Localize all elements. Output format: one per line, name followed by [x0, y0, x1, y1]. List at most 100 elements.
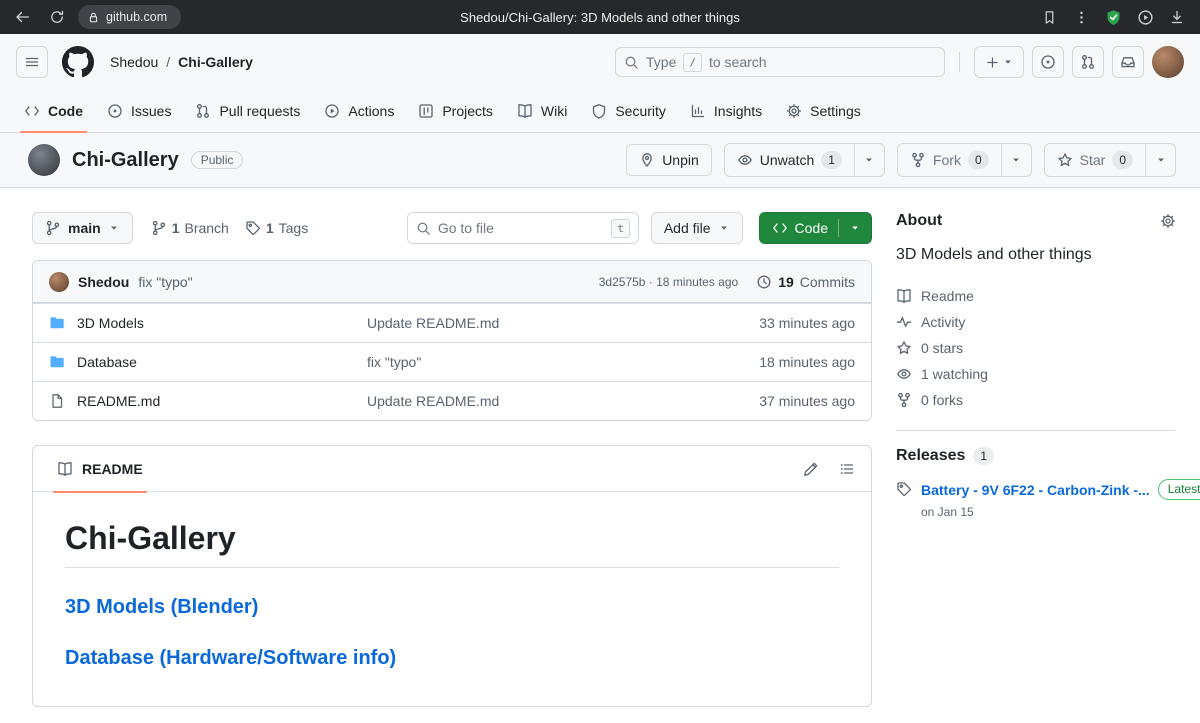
tab-actions[interactable]: Actions [314, 90, 404, 132]
releases-title[interactable]: Releases [896, 447, 965, 465]
tab-code[interactable]: Code [14, 90, 93, 132]
downloads-button[interactable] [1164, 4, 1190, 30]
release-date: on Jan 15 [921, 505, 1200, 519]
file-row[interactable]: README.md Update README.md 37 minutes ag… [33, 381, 871, 420]
chevron-down-icon [1155, 154, 1167, 166]
repo-avatar[interactable] [28, 144, 60, 176]
readme-content: Chi-Gallery 3D Models (Blender) Database… [33, 492, 871, 706]
unpin-button[interactable]: Unpin [626, 144, 712, 176]
code-icon [772, 220, 788, 236]
branch-count: 1 [172, 220, 180, 236]
watch-dropdown-button[interactable] [854, 144, 884, 176]
fork-button[interactable]: Fork 0 [898, 144, 1001, 176]
file-row[interactable]: 3D Models Update README.md 33 minutes ag… [33, 303, 871, 342]
commit-sha-time[interactable]: 3d2575b · 18 minutes ago [599, 275, 738, 289]
star-dropdown-button[interactable] [1145, 144, 1175, 176]
readme-tab[interactable]: README [49, 446, 151, 492]
breadcrumb-repo[interactable]: Chi-Gallery [178, 54, 253, 70]
commit-author-avatar[interactable] [49, 272, 69, 292]
shield-extension-button[interactable] [1100, 4, 1126, 30]
graph-icon [690, 103, 706, 119]
file-commit-message[interactable]: fix "typo" [367, 354, 705, 370]
bookmark-button[interactable] [1036, 4, 1062, 30]
file-browser-card: Shedou fix "typo" 3d2575b · 18 minutes a… [32, 260, 872, 421]
file-name[interactable]: 3D Models [77, 315, 144, 331]
star-icon [896, 340, 912, 356]
back-arrow-icon [15, 9, 31, 25]
commit-author[interactable]: Shedou [78, 274, 129, 290]
sidebar-activity-link[interactable]: Activity [896, 310, 1176, 334]
release-link[interactable]: Battery - 9V 6F22 - Carbon-Zink -... [921, 482, 1150, 498]
tags-link[interactable]: 1 Tags [237, 220, 316, 236]
tab-settings[interactable]: Settings [776, 90, 871, 132]
sidebar-forks-link[interactable]: 0 forks [896, 388, 1176, 412]
eye-icon [737, 152, 753, 168]
green-shield-icon [1105, 9, 1122, 26]
gear-icon [786, 103, 802, 119]
sidebar-watching-link[interactable]: 1 watching [896, 362, 1176, 386]
branch-selector-button[interactable]: main [32, 212, 133, 244]
media-control-button[interactable] [1132, 4, 1158, 30]
breadcrumb-owner[interactable]: Shedou [110, 54, 158, 70]
inbox-button[interactable] [1112, 46, 1144, 78]
branches-link[interactable]: 1 Branch [143, 220, 237, 236]
latest-commit-bar: Shedou fix "typo" 3d2575b · 18 minutes a… [33, 261, 871, 303]
unwatch-button[interactable]: Unwatch 1 [725, 144, 854, 176]
file-row[interactable]: Database fix "typo" 18 minutes ago [33, 342, 871, 381]
release-entry: Battery - 9V 6F22 - Carbon-Zink -... Lat… [896, 479, 1176, 519]
user-avatar[interactable] [1152, 46, 1184, 78]
code-dropdown-button[interactable]: Code [759, 212, 872, 244]
outline-list-icon[interactable] [839, 461, 855, 477]
file-name[interactable]: Database [77, 354, 137, 370]
add-file-label: Add file [664, 220, 711, 236]
sidebar-stars-link[interactable]: 0 stars [896, 336, 1176, 360]
book-icon [57, 461, 73, 477]
visibility-badge: Public [191, 151, 244, 169]
git-pull-request-icon [1080, 54, 1096, 70]
watch-button-group: Unwatch 1 [724, 143, 885, 177]
star-button[interactable]: Star 0 [1045, 144, 1145, 176]
sidebar-readme-link[interactable]: Readme [896, 284, 1176, 308]
readme-link-database[interactable]: Database (Hardware/Software info) [65, 647, 839, 670]
fork-dropdown-button[interactable] [1001, 144, 1031, 176]
about-settings-button[interactable] [1160, 213, 1176, 229]
chevron-down-icon [849, 222, 861, 234]
fork-count: 0 [968, 151, 989, 169]
go-to-file-input[interactable]: Go to file t [407, 212, 639, 244]
star-label: Star [1080, 152, 1106, 168]
back-button[interactable] [10, 4, 36, 30]
tab-label: Security [615, 103, 666, 119]
file-commit-message[interactable]: Update README.md [367, 315, 705, 331]
tag-icon [896, 481, 912, 497]
file-name[interactable]: README.md [77, 393, 160, 409]
tab-label: Projects [442, 103, 493, 119]
commit-message[interactable]: fix "typo" [138, 274, 192, 290]
global-search-input[interactable]: Type / to search [615, 47, 945, 77]
unpin-label: Unpin [662, 152, 699, 168]
tab-issues[interactable]: Issues [97, 90, 181, 132]
github-logo[interactable] [62, 46, 94, 78]
readme-heading: Chi-Gallery [65, 520, 839, 568]
address-bar[interactable]: github.com [78, 5, 181, 29]
breadcrumb-separator: / [166, 54, 170, 70]
tab-insights[interactable]: Insights [680, 90, 772, 132]
slash-key-hint: / [683, 53, 702, 72]
add-file-button[interactable]: Add file [651, 212, 743, 244]
readme-link-3d-models[interactable]: 3D Models (Blender) [65, 596, 839, 619]
browser-menu-button[interactable] [1068, 4, 1094, 30]
book-icon [517, 103, 533, 119]
create-new-button[interactable] [974, 46, 1024, 78]
issues-header-button[interactable] [1032, 46, 1064, 78]
tab-wiki[interactable]: Wiki [507, 90, 577, 132]
file-commit-message[interactable]: Update README.md [367, 393, 705, 409]
commit-history-link[interactable]: 19 Commits [756, 274, 855, 290]
tab-projects[interactable]: Projects [408, 90, 503, 132]
lock-icon [87, 11, 100, 24]
repo-title[interactable]: Chi-Gallery [72, 149, 179, 172]
global-nav-menu-button[interactable] [16, 46, 48, 78]
reload-button[interactable] [44, 4, 70, 30]
pencil-edit-icon[interactable] [803, 461, 819, 477]
pull-requests-header-button[interactable] [1072, 46, 1104, 78]
tab-pull-requests[interactable]: Pull requests [185, 90, 310, 132]
tab-security[interactable]: Security [581, 90, 676, 132]
